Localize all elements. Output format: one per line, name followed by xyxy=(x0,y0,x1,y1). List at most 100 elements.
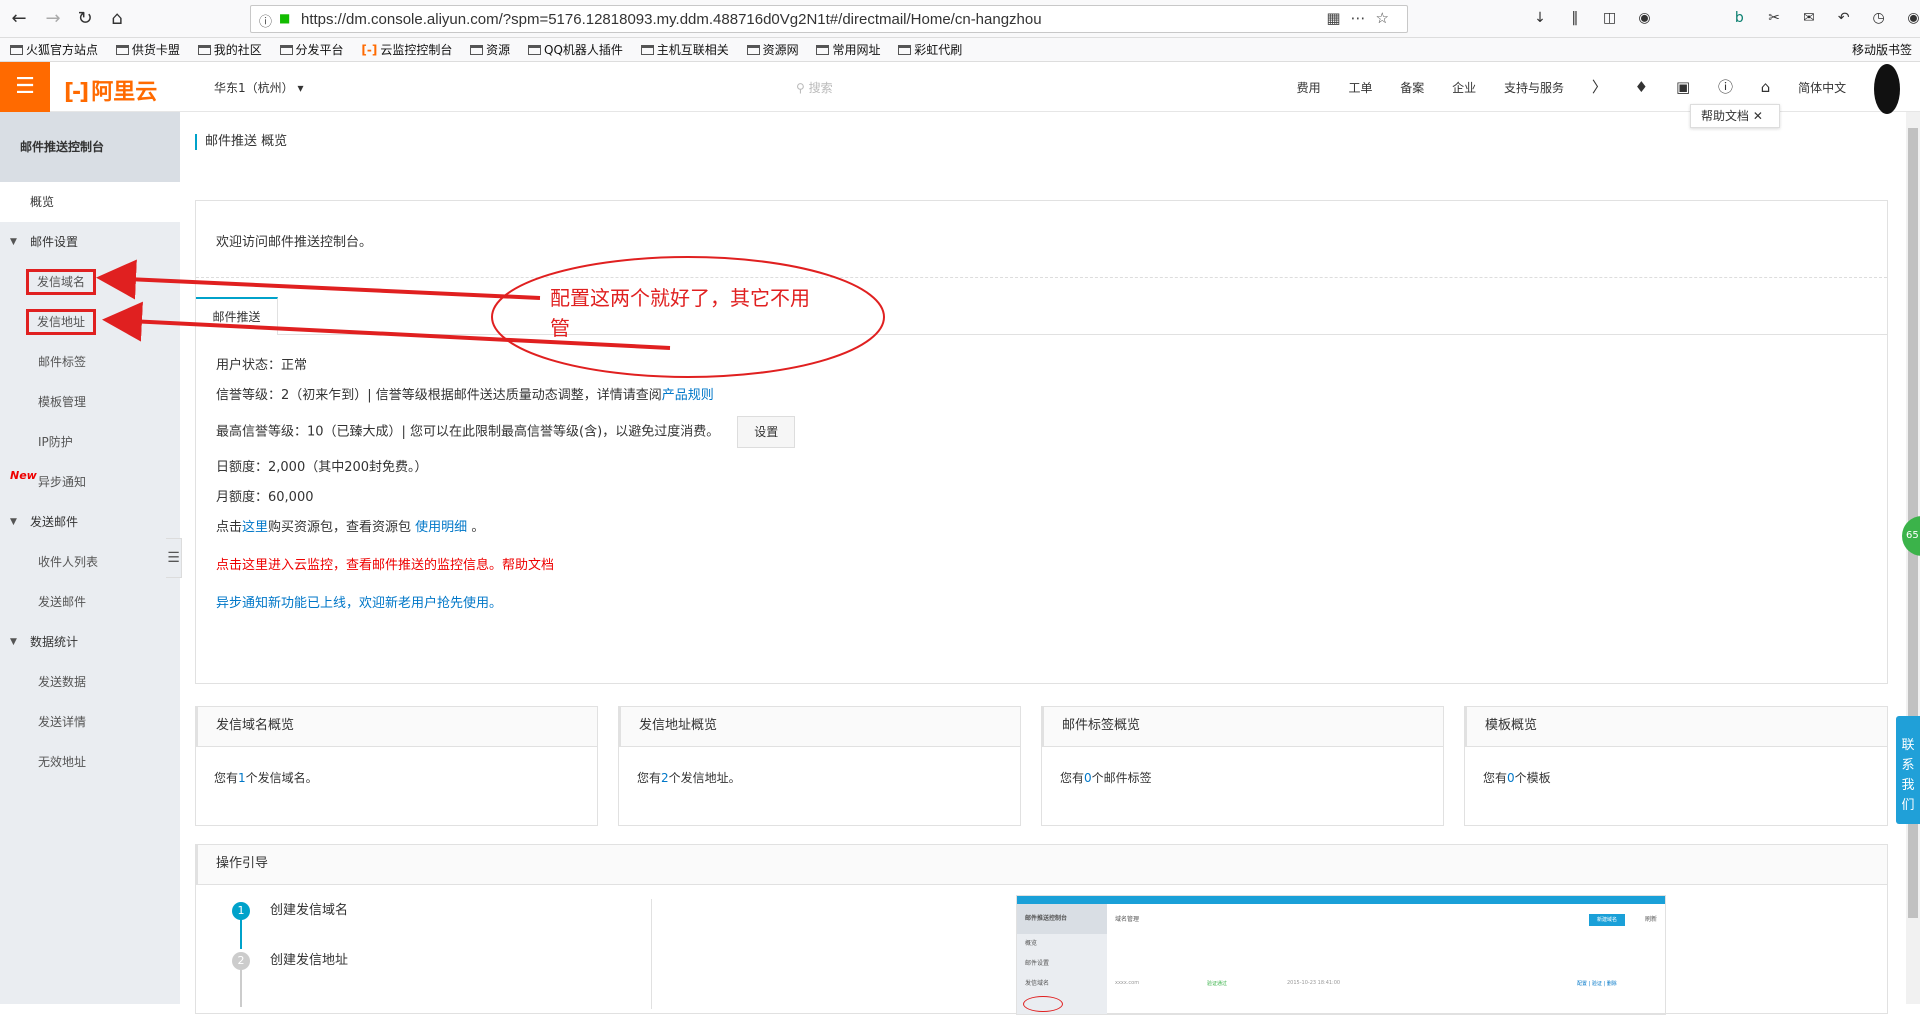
sidebar-item-send-mail[interactable]: 发送邮件 xyxy=(0,582,180,622)
guide-step[interactable]: 1 创建发信域名 xyxy=(232,899,348,920)
sidebar-group-mail-settings[interactable]: ▼ 邮件设置 xyxy=(0,222,180,262)
overview-panel: 欢迎访问邮件推送控制台。 邮件推送 用户状态：正常 信誉等级：2（初来乍到）| … xyxy=(195,200,1888,684)
sidebar-group-statistics[interactable]: ▼ 数据统计 xyxy=(0,622,180,662)
card-count: 2 xyxy=(661,771,669,785)
url-text[interactable]: https://dm.console.aliyun.com/?spm=5176.… xyxy=(301,11,1042,28)
card-count: 1 xyxy=(238,771,246,785)
divider xyxy=(196,277,1887,278)
bookmarks-bar: 火狐官方站点 供货卡盟 我的社区 分发平台 [-] 云监控控制台 资源 QQ机器人… xyxy=(0,38,1920,62)
lock-icon: ■ xyxy=(279,11,291,25)
sidebar-item-sender-domain[interactable]: 发信域名 xyxy=(0,262,180,302)
tab-mail-push[interactable]: 邮件推送 xyxy=(196,297,278,335)
mobile-bookmarks[interactable]: 移动版书签 xyxy=(1852,38,1912,62)
bookmark-item[interactable]: 供货卡盟 xyxy=(106,38,184,62)
timer-icon[interactable]: ◷ xyxy=(1869,8,1889,28)
preview-highlight xyxy=(1023,996,1063,1012)
set-button[interactable]: 设置 xyxy=(737,416,796,448)
card-title: 邮件标签概览 xyxy=(1042,707,1443,747)
chat-icon[interactable]: ✉ xyxy=(1799,8,1819,28)
product-rules-link[interactable]: 产品规则 xyxy=(662,388,714,403)
aliyun-logo[interactable]: [-] 阿里云 xyxy=(64,74,157,106)
sidebar-item-send-data[interactable]: 发送数据 xyxy=(0,662,180,702)
info-icon[interactable]: ⓘ xyxy=(259,11,272,30)
top-nav: 费用 工单 备案 企业 支持与服务 〉 ♦ ▣ ⓘ ⌂ 简体中文 xyxy=(1273,62,1900,114)
nav-icp[interactable]: 备案 xyxy=(1400,63,1424,113)
sidebar: 邮件推送控制台 概览 ▼ 邮件设置 发信域名 发信地址 邮件标签 模板管理 IP防… xyxy=(0,112,180,1004)
menu-icon[interactable]: ☰ xyxy=(0,62,50,112)
language-selector[interactable]: 简体中文 xyxy=(1798,63,1846,113)
reload-icon[interactable]: ↻ xyxy=(72,7,98,31)
guide-step[interactable]: 2 创建发信地址 xyxy=(232,949,348,970)
browser-toolbar: ← → ↻ ⌂ ⓘ ■ https://dm.console.aliyun.co… xyxy=(0,0,1920,38)
nav-support[interactable]: 支持与服务 xyxy=(1504,63,1564,113)
bell-icon[interactable]: ♦ xyxy=(1635,62,1648,112)
card-title: 发信域名概览 xyxy=(196,707,597,747)
caret-down-icon: ▼ xyxy=(10,637,17,647)
card-mail-tags: 邮件标签概览 您有0个邮件标签 xyxy=(1041,706,1444,826)
pocket-icon[interactable]: ◉ xyxy=(1634,8,1654,28)
forward-icon[interactable]: → xyxy=(40,7,66,31)
card-sender-addresses: 发信地址概览 您有2个发信地址。 xyxy=(618,706,1021,826)
bookmark-item[interactable]: QQ机器人插件 xyxy=(518,38,627,62)
new-badge: New xyxy=(10,469,37,482)
sidebar-item-invalid-addresses[interactable]: 无效地址 xyxy=(0,742,180,782)
crop-icon[interactable]: ✂ xyxy=(1764,8,1784,28)
operation-guide: 操作引导 1 创建发信域名 2 创建发信地址 邮件推送控制台 概览 邮件设置 发信域… xyxy=(195,844,1888,1015)
max-credit-level: 最高信誉等级：10（已臻大成）| 您可以在此限制最高信誉等级(含)，以避免过度消… xyxy=(216,416,1316,448)
chevron-down-icon: ▾ xyxy=(297,81,304,95)
monthly-quota: 月额度：60,000 xyxy=(216,490,314,505)
nav-fees[interactable]: 费用 xyxy=(1297,63,1321,113)
buy-resources: 点击这里购买资源包，查看资源包 使用明细 。 xyxy=(216,520,485,535)
credit-level: 信誉等级：2（初来乍到）| 信誉等级根据邮件送达质量动态调整，详情请查阅产品规则 xyxy=(216,388,714,403)
home-icon[interactable]: ⌂ xyxy=(104,7,130,31)
monitor-link[interactable]: 点击这里进入云监控，查看邮件推送的监控信息。帮助文档 xyxy=(216,558,554,573)
bing-icon[interactable]: b xyxy=(1729,8,1749,28)
bookmark-item[interactable]: 分发平台 xyxy=(270,38,348,62)
bookmark-item[interactable]: 我的社区 xyxy=(188,38,266,62)
sidebar-item-sender-address[interactable]: 发信地址 xyxy=(0,302,180,342)
bookmark-item[interactable]: 火狐官方站点 xyxy=(0,38,102,62)
url-bar[interactable]: ⓘ ■ https://dm.console.aliyun.com/?spm=5… xyxy=(250,5,1408,33)
buy-here-link[interactable]: 这里 xyxy=(242,520,268,535)
page-actions-icons[interactable]: ▦⋯☆ xyxy=(1326,9,1399,27)
bookmark-item[interactable]: 常用网址 xyxy=(806,38,884,62)
library-icon[interactable]: ‖ xyxy=(1565,8,1585,28)
bookmark-item[interactable]: 主机互联相关 xyxy=(631,38,733,62)
usage-details-link[interactable]: 使用明细 xyxy=(415,520,467,535)
sidebar-icon[interactable]: ◫ xyxy=(1600,8,1620,28)
sidebar-item-overview[interactable]: 概览 xyxy=(0,182,180,222)
sidebar-item-templates[interactable]: 模板管理 xyxy=(0,382,180,422)
download-icon[interactable]: ↓ xyxy=(1530,8,1550,28)
github-icon[interactable] xyxy=(1874,63,1900,114)
region-selector[interactable]: 华东1（杭州） ▾ xyxy=(214,79,304,96)
bookmark-item[interactable]: 彩虹代刷 xyxy=(888,38,966,62)
user-status: 用户状态：正常 xyxy=(216,358,308,373)
sidebar-title: 邮件推送控制台 xyxy=(0,112,180,182)
sidebar-item-recipient-list[interactable]: 收件人列表 xyxy=(0,542,180,582)
tab-divider xyxy=(278,334,1887,335)
undo-icon[interactable]: ↶ xyxy=(1834,8,1854,28)
back-icon[interactable]: ← xyxy=(6,7,32,31)
card-count: 0 xyxy=(1084,771,1092,785)
sidebar-item-mail-tags[interactable]: 邮件标签 xyxy=(0,342,180,382)
cart-icon[interactable]: ▣ xyxy=(1676,62,1690,112)
nav-tickets[interactable]: 工单 xyxy=(1348,63,1372,113)
main-content: 邮件推送 概览 欢迎访问邮件推送控制台。 邮件推送 用户状态：正常 信誉等级：2… xyxy=(180,112,1920,1015)
nav-enterprise[interactable]: 企业 xyxy=(1452,63,1476,113)
sidebar-group-send-mail[interactable]: ▼ 发送邮件 xyxy=(0,502,180,542)
daily-quota: 日额度：2,000（其中200封免费。） xyxy=(216,460,428,475)
search-input[interactable]: ⚲ 搜索 xyxy=(796,79,833,96)
guide-steps: 1 创建发信域名 2 创建发信地址 xyxy=(232,899,652,1009)
sidebar-item-async-notify[interactable]: New 异步通知 xyxy=(0,462,180,502)
contact-us-button[interactable]: 联系我们 xyxy=(1896,716,1920,824)
sidebar-item-send-details[interactable]: 发送详情 xyxy=(0,702,180,742)
welcome-text: 欢迎访问邮件推送控制台。 xyxy=(216,235,373,250)
bookmark-item[interactable]: [-] 云监控控制台 xyxy=(351,38,456,62)
async-notice-link[interactable]: 异步通知新功能已上线，欢迎新老用户抢先使用。 xyxy=(216,596,502,611)
extension-icon[interactable]: ◉ xyxy=(1903,8,1920,28)
caret-down-icon: ▼ xyxy=(10,237,17,247)
bookmark-item[interactable]: 资源 xyxy=(460,38,514,62)
monitor-info: 点击这里进入云监控，查看邮件推送的监控信息。帮助文档 xyxy=(216,556,1316,576)
bookmark-item[interactable]: 资源网 xyxy=(737,38,803,62)
terminal-icon[interactable]: 〉 xyxy=(1592,62,1607,112)
